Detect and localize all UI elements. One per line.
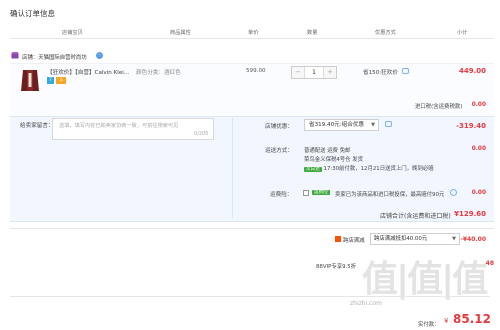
shop-discount-value: -319.40 xyxy=(456,122,486,130)
pay-label: 实付款： xyxy=(418,322,440,328)
insurance-value: 0.00 xyxy=(471,190,486,196)
footer-divider xyxy=(10,296,490,297)
column-header-shop-goods: 店铺宝贝 xyxy=(62,30,83,36)
chevron-down-icon: ▼ xyxy=(371,122,375,128)
quantity-decrease-button[interactable]: − xyxy=(292,67,305,78)
tmall-discount-select[interactable]: 跨店满减抵扣40.00元 ▼ xyxy=(370,233,460,245)
column-header-quantity: 数量 xyxy=(307,30,318,36)
watermark-site: zhizhi.com xyxy=(350,300,382,307)
header-divider xyxy=(10,38,494,39)
tmall-discount-value: -¥40.00 xyxy=(460,236,486,243)
insurance-text: 卖家已为该商品和进口税投保，最高赔付90元 xyxy=(335,192,445,198)
insurance-info-icon[interactable] xyxy=(450,189,457,196)
insurance-tag-wrap: 运费险 xyxy=(312,189,330,195)
shop-icon xyxy=(11,52,19,59)
quantity-stepper[interactable]: − 1 + xyxy=(291,66,337,79)
warning-badge: ⚠ xyxy=(56,77,66,84)
shipping-method: 普通配送 运费 免邮 xyxy=(304,148,351,154)
section-divider xyxy=(10,228,494,229)
panel-divider xyxy=(232,118,233,218)
insurance-tag: 运费险 xyxy=(312,190,330,195)
quantity-increase-button[interactable]: + xyxy=(323,67,336,78)
seller-message-placeholder: 选填，填写内容已和卖家协商一致，可前往搜索可见 xyxy=(59,123,179,129)
next-day-tag: 次日达 xyxy=(304,167,322,172)
chevron-down-icon: ▼ xyxy=(452,236,456,242)
product-attribute: 颜色分类：酒红色 xyxy=(136,70,181,76)
insurance-label: 运费险： xyxy=(270,192,293,198)
promo-text: 省150:狂欢价 xyxy=(363,70,398,76)
column-header-subtotal: 小计 xyxy=(457,30,468,36)
message-label: 给卖家留言： xyxy=(20,123,54,129)
pay-total-value: 85.12 xyxy=(453,312,491,326)
shop-name[interactable]: 店铺：天猫国际自营时尚坊 xyxy=(22,53,87,61)
column-header-discount: 优惠方式 xyxy=(375,30,396,36)
shop-discount-select[interactable]: 省319.40元:组合优惠 ▼ xyxy=(304,119,379,131)
quantity-input[interactable]: 1 xyxy=(305,67,323,78)
shipping-eta-text: 17:30前付款，12月21日送货上门，晚到必赔 xyxy=(323,166,434,172)
shipping-label: 运送方式： xyxy=(265,148,293,154)
vip-discount-value: 48 xyxy=(485,260,494,267)
vip-discount-label: 88VIP专享9.5折 xyxy=(316,264,357,270)
chat-icon[interactable]: ◦ xyxy=(96,52,103,59)
import-tax-label: 进口税(含运费税款) xyxy=(415,104,463,110)
shop-discount-label: 店铺优惠： xyxy=(265,124,293,130)
pay-currency: ¥ xyxy=(444,317,449,325)
shop-total-value: ¥129.60 xyxy=(454,210,486,218)
tmall-discount-checkbox[interactable] xyxy=(335,236,341,242)
column-header-attributes: 商品属性 xyxy=(170,30,191,36)
item-subtotal: 449.00 xyxy=(458,67,486,75)
unit-price: 599.00 xyxy=(246,68,266,74)
promo-info-icon[interactable] xyxy=(402,68,409,74)
message-char-count: 0/200 xyxy=(194,131,209,137)
shipping-value: 0.00 xyxy=(471,146,486,152)
shop-discount-selected: 省319.40元:组合优惠 xyxy=(309,122,365,128)
shipping-warehouse: 菜鸟金义保税4号仓 发货 xyxy=(304,157,364,163)
import-tax-value: 0.00 xyxy=(471,102,486,108)
page-title: 确认订单信息 xyxy=(10,9,55,18)
shop-total-label: 店铺合计(含运费和进口税) xyxy=(380,213,451,220)
tmall-discount-label: 跨店满减 xyxy=(343,238,365,244)
shipping-eta: 次日达 17:30前付款，12月21日送货上门，晚到必赔 xyxy=(304,164,434,172)
watermark-logo: 值|值|值 xyxy=(362,259,488,300)
product-title[interactable]: 【狂欢价】【自营】Calvin Klei... xyxy=(47,68,129,76)
insurance-checkbox[interactable] xyxy=(303,190,309,196)
discount-info-icon[interactable] xyxy=(385,121,392,127)
column-header-unit-price: 单价 xyxy=(248,30,259,36)
tmall-discount-selected: 跨店满减抵扣40.00元 xyxy=(374,236,428,242)
product-thumbnail[interactable] xyxy=(19,67,41,93)
return-7day-badge: 7 xyxy=(47,77,54,84)
